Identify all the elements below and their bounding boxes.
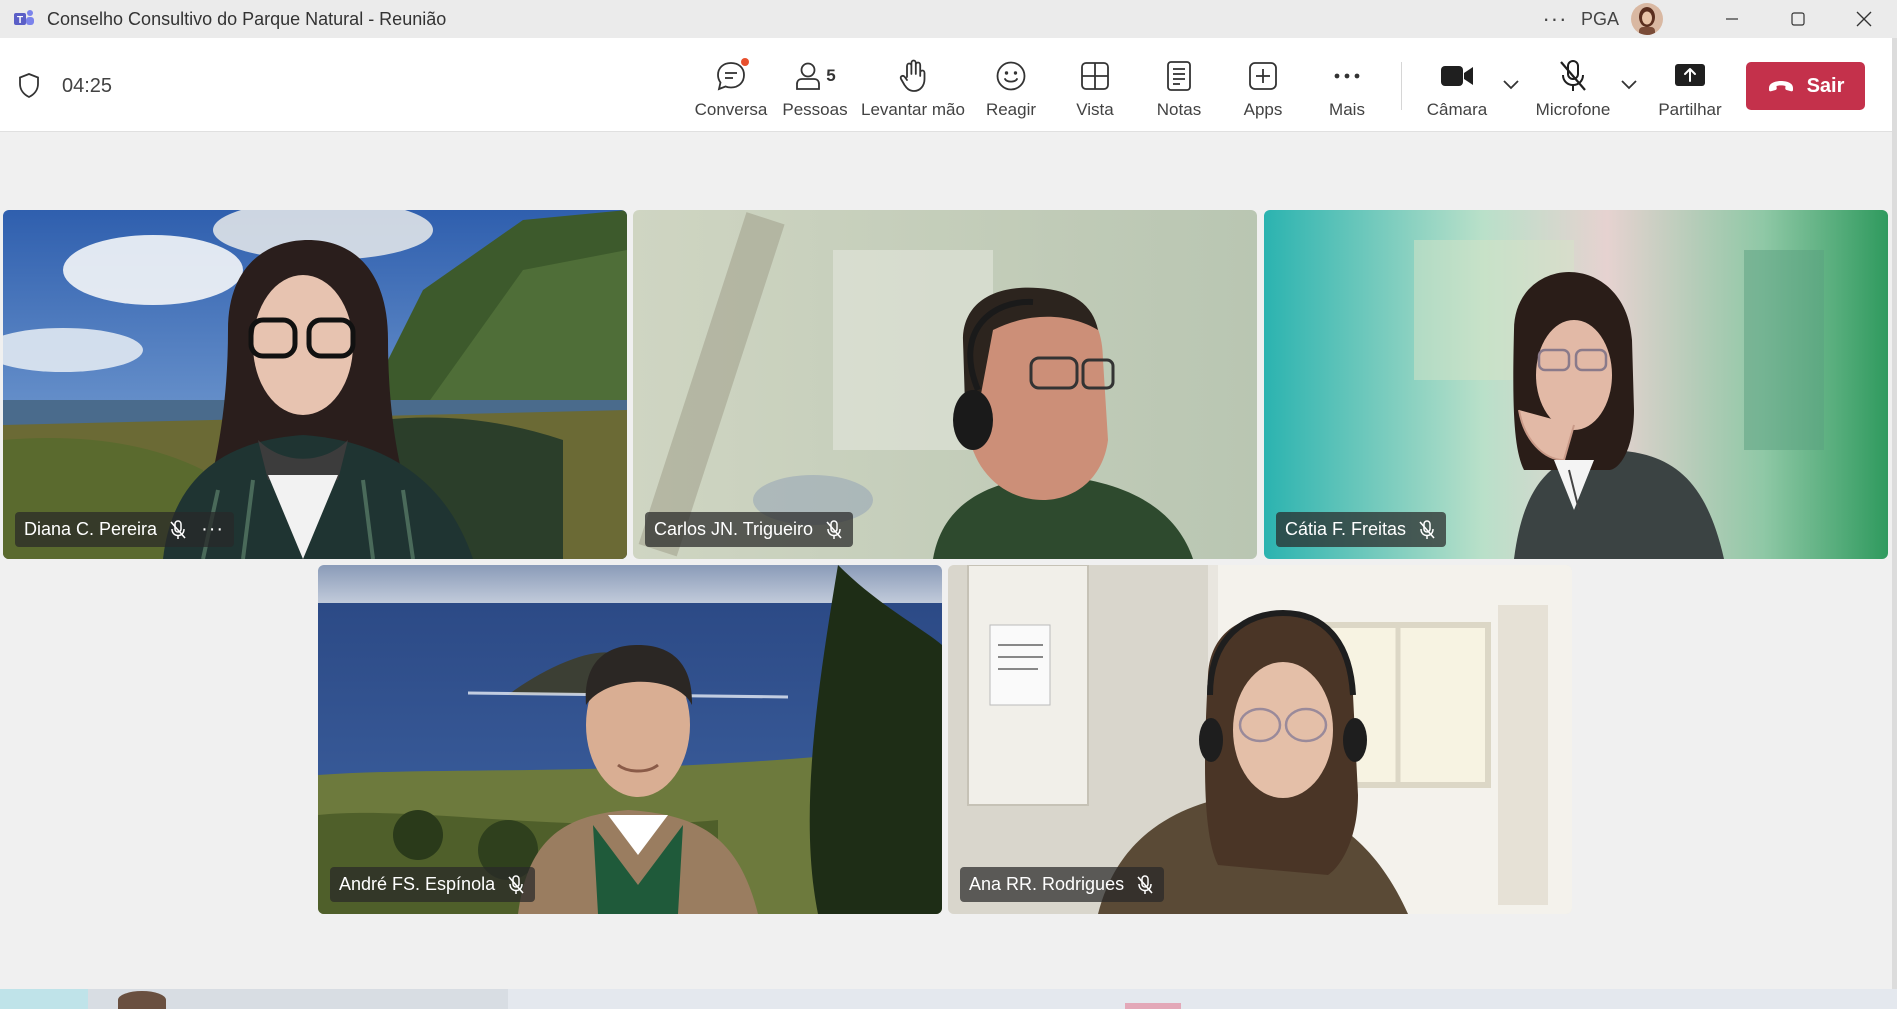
more-icon xyxy=(1334,73,1360,79)
microphone-button[interactable]: Microfone xyxy=(1532,38,1614,132)
video-feed-catia xyxy=(1264,210,1888,559)
maximize-button[interactable] xyxy=(1765,0,1831,38)
notes-icon xyxy=(1167,61,1191,91)
more-label: Mais xyxy=(1329,100,1365,119)
camera-chevron-down-icon[interactable] xyxy=(1502,78,1520,90)
close-icon xyxy=(1856,11,1872,27)
share-button[interactable]: Partilhar xyxy=(1651,38,1729,132)
org-label[interactable]: PGA xyxy=(1581,9,1619,30)
minimize-icon xyxy=(1726,18,1738,20)
participant-nameplate: Ana RR. Rodrigues xyxy=(960,867,1165,902)
participant-nameplate: André FS. Espínola xyxy=(330,867,536,902)
minimize-button[interactable] xyxy=(1699,0,1765,38)
people-count: 5 xyxy=(826,66,836,85)
plus-square-icon xyxy=(1249,62,1277,90)
raise-hand-button[interactable]: Levantar mão xyxy=(860,38,966,132)
participant-name: Carlos JN. Trigueiro xyxy=(654,519,814,539)
teams-logo-icon: T xyxy=(14,10,34,26)
participant-tile[interactable]: Carlos JN. Trigueiro xyxy=(633,210,1257,559)
people-icon xyxy=(796,62,821,90)
hang-up-icon xyxy=(1768,81,1793,92)
participant-tile[interactable]: André FS. Espínola xyxy=(318,565,942,914)
video-feed-andre xyxy=(318,565,942,914)
view-label: Vista xyxy=(1076,100,1114,119)
svg-text:T: T xyxy=(17,15,23,26)
apps-button[interactable]: Apps xyxy=(1228,38,1298,132)
raise-hand-label: Levantar mão xyxy=(861,100,965,119)
video-feed-ana xyxy=(948,565,1572,914)
chat-label: Conversa xyxy=(694,100,768,119)
mic-off-icon xyxy=(1560,60,1586,91)
window-more-button[interactable]: ··· xyxy=(1535,6,1575,32)
leave-button[interactable]: Sair xyxy=(1746,62,1865,110)
close-button[interactable] xyxy=(1831,0,1897,38)
participant-tile[interactable]: Cátia F. Freitas xyxy=(1264,210,1888,559)
shield-icon[interactable] xyxy=(18,73,40,98)
apps-label: Apps xyxy=(1243,100,1283,119)
video-feed-carlos xyxy=(633,210,1257,559)
mic-off-icon xyxy=(1418,519,1436,540)
participant-name: Cátia F. Freitas xyxy=(1285,519,1407,539)
leave-label: Sair xyxy=(1806,74,1845,97)
microphone-label: Microfone xyxy=(1535,100,1611,119)
chat-notification-dot xyxy=(741,58,749,66)
share-label: Partilhar xyxy=(1658,100,1722,119)
microphone-chevron-down-icon[interactable] xyxy=(1620,78,1638,90)
view-button[interactable]: Vista xyxy=(1061,38,1129,132)
participant-name: Ana RR. Rodrigues xyxy=(969,874,1125,894)
participant-more-button[interactable]: ··· xyxy=(201,518,224,541)
notes-button[interactable]: Notas xyxy=(1145,38,1213,132)
title-bar: T Conselho Consultivo do Parque Natural … xyxy=(0,0,1897,38)
mic-off-icon xyxy=(507,874,525,895)
people-button[interactable]: 5 Pessoas xyxy=(780,38,850,132)
camera-button[interactable]: Câmara xyxy=(1418,38,1496,132)
mic-off-icon xyxy=(825,519,843,540)
participant-nameplate: Diana C. Pereira ··· xyxy=(15,512,235,547)
notes-label: Notas xyxy=(1156,100,1202,119)
smile-icon xyxy=(996,61,1026,91)
maximize-icon xyxy=(1791,12,1805,26)
raise-hand-icon xyxy=(899,59,926,92)
more-button[interactable]: Mais xyxy=(1312,38,1382,132)
window-right-edge xyxy=(1892,38,1897,989)
participant-tile[interactable]: Ana RR. Rodrigues xyxy=(948,565,1572,914)
meeting-toolbar: 04:25 Conversa 5 Pessoas Levantar mão Re… xyxy=(0,38,1892,132)
camera-label: Câmara xyxy=(1426,100,1488,119)
meeting-timer: 04:25 xyxy=(62,75,113,97)
grid-icon xyxy=(1081,62,1109,90)
share-icon xyxy=(1675,64,1705,86)
react-label: Reagir xyxy=(985,100,1037,119)
people-label: Pessoas xyxy=(782,100,848,119)
video-feed-diana xyxy=(3,210,627,559)
chat-button[interactable]: Conversa xyxy=(693,38,769,132)
mic-off-icon xyxy=(1136,874,1154,895)
participant-nameplate: Carlos JN. Trigueiro xyxy=(645,512,854,547)
window-title: Conselho Consultivo do Parque Natural - … xyxy=(47,8,447,29)
participant-name: André FS. Espínola xyxy=(339,874,496,894)
mic-off-icon xyxy=(169,519,187,540)
participant-nameplate: Cátia F. Freitas xyxy=(1276,512,1447,547)
user-avatar[interactable] xyxy=(1631,3,1663,35)
background-window-strip xyxy=(0,989,1897,1009)
participant-name: Diana C. Pereira xyxy=(24,519,158,539)
participant-tile[interactable]: Diana C. Pereira ··· xyxy=(3,210,627,559)
toolbar-separator xyxy=(1401,62,1402,110)
camera-icon xyxy=(1441,66,1473,86)
react-button[interactable]: Reagir xyxy=(976,38,1046,132)
